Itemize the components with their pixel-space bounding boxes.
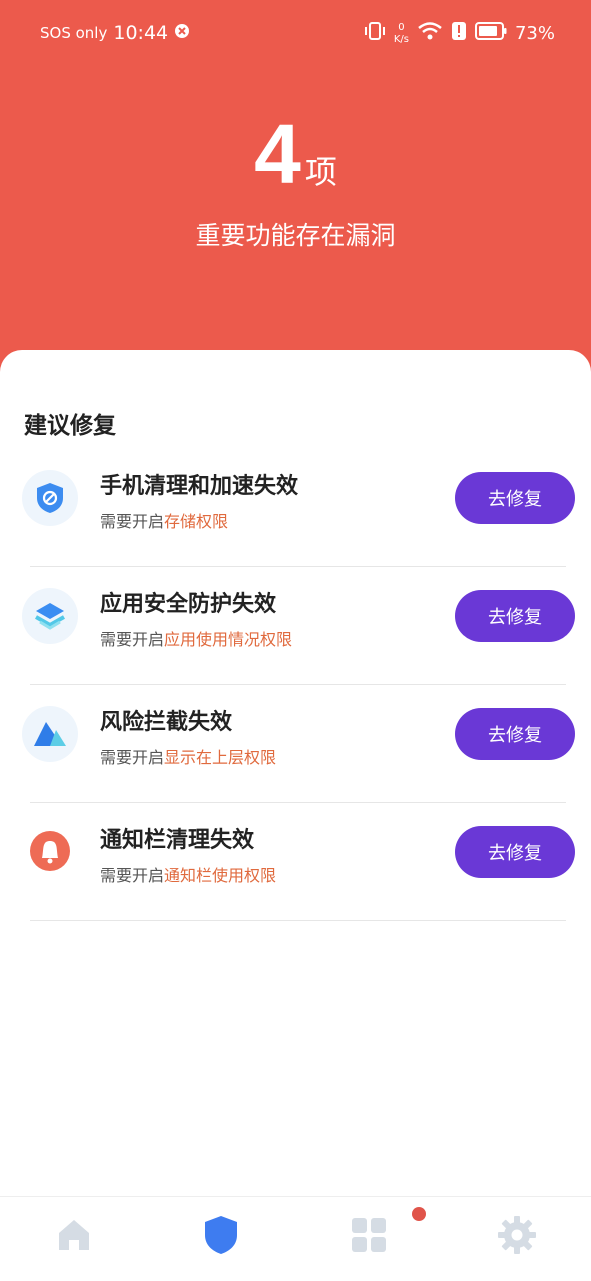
net-speed-value: 0 <box>398 21 405 33</box>
battery-icon <box>474 22 507 45</box>
item-subtitle: 需要开启存储权限 <box>100 508 228 532</box>
list-item: 风险拦截失效 需要开启显示在上层权限 去修复 <box>0 692 591 810</box>
fix-button[interactable]: 去修复 <box>455 708 575 760</box>
vpn-shield-icon <box>174 23 190 44</box>
wifi-icon <box>417 21 443 46</box>
item-subtitle-prefix: 需要开启 <box>100 748 165 767</box>
apps-grid-icon <box>350 1216 388 1258</box>
divider <box>30 920 566 921</box>
item-subtitle: 需要开启显示在上层权限 <box>100 744 276 768</box>
layers-icon <box>22 588 78 644</box>
issue-count: 4项 <box>0 110 591 198</box>
permission-name: 存储权限 <box>164 512 229 531</box>
header-subtitle: 重要功能存在漏洞 <box>195 221 396 250</box>
divider <box>30 684 566 685</box>
home-icon <box>55 1216 93 1258</box>
fix-button[interactable]: 去修复 <box>455 590 575 642</box>
battery-level: 73% <box>514 23 555 44</box>
item-title: 应用安全防护失效 <box>100 592 277 617</box>
nav-apps[interactable] <box>339 1207 399 1267</box>
net-speed-unit: K/s <box>393 33 409 45</box>
list-item: 应用安全防护失效 需要开启应用使用情况权限 去修复 <box>0 574 591 692</box>
fix-button[interactable]: 去修复 <box>455 826 575 878</box>
divider <box>30 802 566 803</box>
nav-home[interactable] <box>44 1207 104 1267</box>
vibrate-icon <box>364 20 386 47</box>
permission-name: 通知栏使用权限 <box>164 866 277 885</box>
divider <box>30 566 566 567</box>
notification-dot <box>412 1207 426 1221</box>
nav-security[interactable] <box>191 1207 251 1267</box>
sos-status: SOS only <box>40 24 108 42</box>
triangle-icon <box>22 706 78 762</box>
alert-icon <box>451 21 467 46</box>
item-title: 风险拦截失效 <box>100 710 233 735</box>
header-banner: SOS only 10:44 0 K/s 73% 4 项 重要功能存在漏洞 <box>0 0 591 380</box>
status-bar: SOS only 10:44 0 K/s 73% <box>0 0 591 66</box>
nav-settings[interactable] <box>487 1207 547 1267</box>
gear-icon <box>497 1215 537 1259</box>
shield-icon <box>202 1214 240 1260</box>
item-title: 手机清理和加速失效 <box>100 474 299 499</box>
item-subtitle-prefix: 需要开启 <box>100 630 165 649</box>
fix-button[interactable]: 去修复 <box>455 472 575 524</box>
list-item: 通知栏清理失效 需要开启通知栏使用权限 去修复 <box>0 810 591 928</box>
item-title: 通知栏清理失效 <box>100 828 255 853</box>
item-subtitle-prefix: 需要开启 <box>100 512 165 531</box>
item-subtitle: 需要开启应用使用情况权限 <box>100 626 292 650</box>
issue-count-unit: 项 <box>304 153 337 191</box>
bell-icon <box>22 824 78 880</box>
clock: 10:44 <box>113 22 169 44</box>
list-item: 手机清理和加速失效 需要开启存储权限 去修复 <box>0 456 591 574</box>
network-speed: 0 K/s <box>394 22 409 46</box>
item-subtitle-prefix: 需要开启 <box>100 866 165 885</box>
permission-name: 应用使用情况权限 <box>164 630 293 649</box>
item-subtitle: 需要开启通知栏使用权限 <box>100 862 276 886</box>
issue-count-number: 4 <box>254 107 301 201</box>
suggestion-card: 建议修复 手机清理和加速失效 需要开启存储权限 去修复 应用安全防护失效 需要开… <box>0 350 591 1198</box>
section-title: 建议修复 <box>24 413 116 439</box>
shield-clean-icon <box>22 470 78 526</box>
bottom-nav <box>0 1196 591 1281</box>
permission-name: 显示在上层权限 <box>164 748 277 767</box>
